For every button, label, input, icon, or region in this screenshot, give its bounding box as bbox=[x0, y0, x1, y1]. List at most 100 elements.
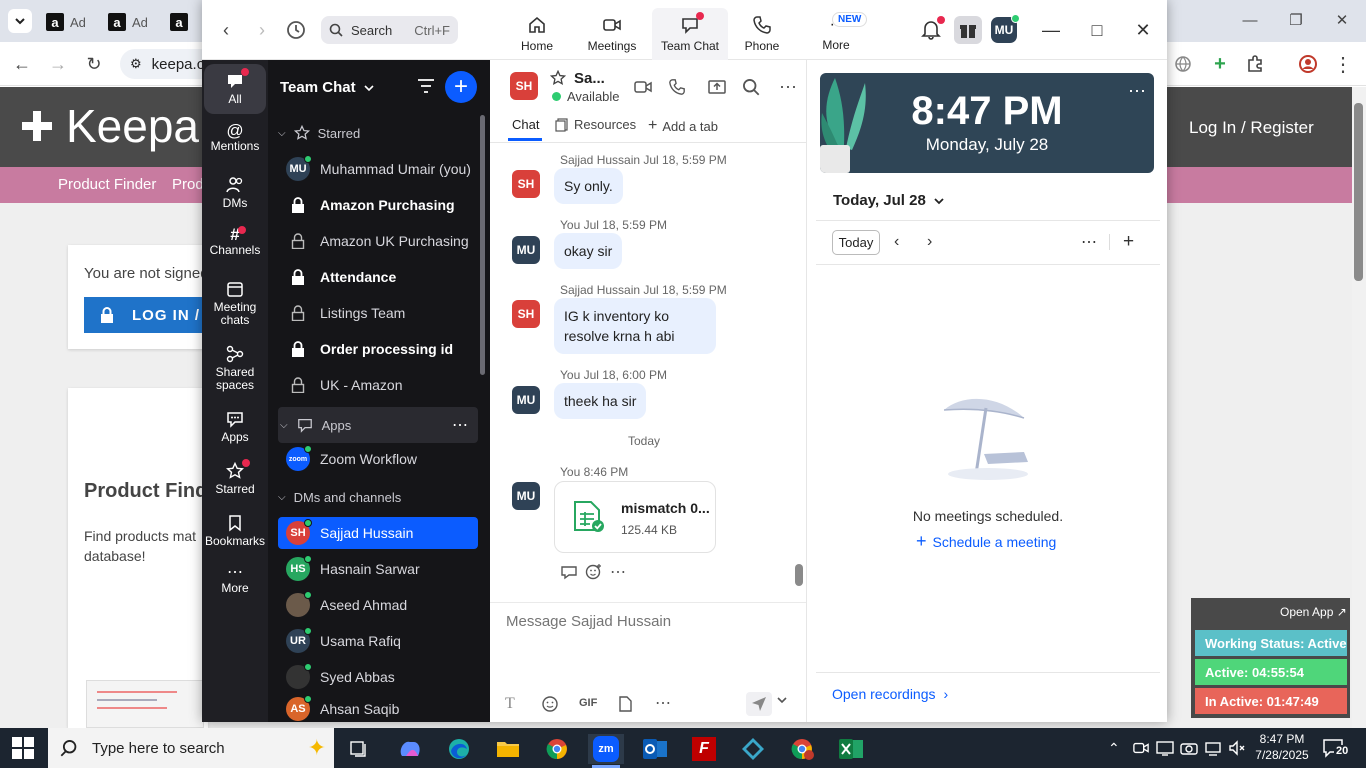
tab-chat[interactable]: Chat bbox=[512, 117, 539, 132]
list-item-selected[interactable]: SH Sajjad Hussain bbox=[278, 517, 478, 549]
browser-scrollbar[interactable] bbox=[1352, 87, 1366, 728]
more-dots-icon[interactable]: ⋯ bbox=[779, 77, 797, 98]
list-item[interactable]: Aseed Ahmad bbox=[278, 588, 478, 622]
text-format-icon[interactable]: T bbox=[505, 695, 515, 713]
filter-icon[interactable] bbox=[417, 78, 435, 94]
nav-product-finder[interactable]: Product Finder bbox=[58, 176, 156, 193]
site-logo[interactable]: Keepa bbox=[22, 96, 199, 156]
open-recordings-link[interactable]: Open recordings › bbox=[832, 686, 948, 702]
gif-button[interactable]: GIF bbox=[579, 697, 597, 709]
emoji-icon[interactable] bbox=[541, 695, 559, 713]
browser-tab[interactable]: a Ad bbox=[108, 8, 148, 36]
list-item[interactable]: Attendance bbox=[278, 260, 478, 294]
forward-arrow-icon[interactable]: → bbox=[44, 52, 72, 76]
list-item[interactable]: UK - Amazon bbox=[278, 368, 478, 402]
outlook-icon[interactable] bbox=[637, 734, 673, 764]
browser-minimize-button[interactable]: — bbox=[1230, 8, 1270, 32]
tray-meet-icon[interactable] bbox=[1132, 740, 1150, 756]
zoom-close-button[interactable]: ✕ bbox=[1128, 16, 1158, 44]
message-bubble[interactable]: okay sir bbox=[554, 233, 623, 269]
user-avatar[interactable]: MU bbox=[991, 14, 1020, 43]
message-avatar[interactable]: MU bbox=[512, 386, 540, 414]
emoji-reaction-icon[interactable] bbox=[585, 563, 603, 581]
rail-meeting-chats[interactable]: Meeting chats bbox=[204, 280, 266, 327]
copilot-icon[interactable] bbox=[392, 734, 428, 764]
list-item[interactable]: Amazon UK Purchasing bbox=[278, 224, 478, 258]
more-dots-icon[interactable]: ⋯ bbox=[610, 562, 626, 582]
send-button[interactable] bbox=[746, 692, 772, 716]
message-bubble[interactable]: Sy only. bbox=[554, 168, 623, 204]
menu-kebab-icon[interactable]: ⋮ bbox=[1330, 52, 1356, 76]
edge-icon[interactable] bbox=[441, 734, 477, 764]
previous-day-icon[interactable]: ‹ bbox=[894, 233, 899, 251]
chevron-down-icon[interactable] bbox=[777, 696, 787, 704]
list-item[interactable]: Amazon Purchasing bbox=[278, 188, 478, 222]
login-register-link[interactable]: Log In / Register bbox=[1189, 118, 1314, 138]
browser-restore-button[interactable]: ❐ bbox=[1276, 8, 1316, 32]
chrome-icon[interactable] bbox=[539, 734, 575, 764]
team-chat-title[interactable]: Team Chat bbox=[280, 79, 374, 96]
contact-name[interactable]: Sa... bbox=[574, 70, 605, 87]
back-arrow-icon[interactable]: ← bbox=[8, 52, 36, 76]
day-picker[interactable]: Today, Jul 28 bbox=[833, 192, 944, 209]
search-icon[interactable] bbox=[742, 78, 760, 96]
message-input[interactable] bbox=[506, 610, 796, 632]
tab-add[interactable]: + Add a tab bbox=[648, 117, 718, 135]
message-avatar[interactable]: MU bbox=[512, 482, 540, 510]
tab-resources[interactable]: Resources bbox=[555, 117, 636, 132]
browser-tab[interactable]: a Ad bbox=[46, 8, 86, 36]
zoom-taskbar-icon[interactable]: zm bbox=[588, 734, 624, 764]
back-icon[interactable]: ‹ bbox=[214, 18, 238, 42]
rail-more[interactable]: ⋯ More bbox=[204, 565, 266, 595]
star-icon[interactable] bbox=[550, 70, 566, 86]
add-event-icon[interactable]: + bbox=[1123, 231, 1134, 253]
globe-icon[interactable] bbox=[1170, 52, 1196, 76]
tab-search-button[interactable] bbox=[6, 8, 34, 34]
more-dots-icon[interactable]: ⋯ bbox=[655, 693, 671, 713]
list-item[interactable]: MU Muhammad Umair (you) bbox=[278, 152, 478, 186]
tray-camera-icon[interactable] bbox=[1180, 740, 1198, 756]
list-item[interactable]: AS Ahsan Saqib bbox=[278, 695, 478, 722]
taskbar-search[interactable]: Type here to search ✦ bbox=[48, 728, 334, 768]
task-view-icon[interactable] bbox=[342, 734, 378, 764]
puzzle-icon[interactable] bbox=[1242, 52, 1268, 76]
tab-phone[interactable]: Phone bbox=[724, 8, 800, 60]
filezilla-icon[interactable]: F bbox=[686, 734, 722, 764]
list-item[interactable]: HS Hasnain Sarwar bbox=[278, 552, 478, 586]
taskbar-clock[interactable]: 8:47 PM 7/28/2025 bbox=[1252, 731, 1312, 763]
message-avatar[interactable]: SH bbox=[512, 300, 540, 328]
tray-screen-icon[interactable] bbox=[1156, 740, 1174, 756]
tab-meetings[interactable]: Meetings bbox=[574, 8, 650, 60]
volume-muted-icon[interactable] bbox=[1228, 739, 1246, 757]
reload-icon[interactable]: ↻ bbox=[80, 52, 108, 76]
tray-overflow-icon[interactable]: ⌃ bbox=[1108, 740, 1120, 757]
message-avatar[interactable]: MU bbox=[512, 236, 540, 264]
chrome-profile-icon[interactable] bbox=[784, 734, 820, 764]
zoom-maximize-button[interactable]: □ bbox=[1082, 16, 1112, 44]
nav-product-viewer[interactable]: Prod bbox=[172, 176, 204, 193]
contact-avatar[interactable]: SH bbox=[510, 72, 538, 100]
browser-tab[interactable]: a bbox=[170, 8, 188, 36]
rail-all[interactable]: All bbox=[204, 64, 266, 114]
list-item[interactable]: zoom Zoom Workflow bbox=[278, 442, 478, 476]
history-icon[interactable] bbox=[284, 18, 308, 42]
file-attachment[interactable]: mismatch 0... 125.44 KB bbox=[554, 481, 716, 553]
attach-file-icon[interactable] bbox=[617, 695, 633, 713]
schedule-meeting-link[interactable]: + Schedule a meeting bbox=[916, 531, 1056, 552]
app-diamond-icon[interactable] bbox=[735, 734, 771, 764]
tab-home[interactable]: Home bbox=[499, 8, 575, 60]
zoom-search-input[interactable]: Search Ctrl+F bbox=[321, 16, 458, 44]
rail-apps[interactable]: Apps bbox=[204, 410, 266, 444]
notifications-bell-icon[interactable] bbox=[920, 16, 945, 40]
message-bubble[interactable]: IG k inventory ko resolve krna h abi bbox=[554, 298, 716, 354]
rail-bookmarks[interactable]: Bookmarks bbox=[204, 514, 266, 548]
message-avatar[interactable]: SH bbox=[512, 170, 540, 198]
rail-dms[interactable]: DMs bbox=[204, 176, 266, 210]
rail-starred[interactable]: Starred bbox=[204, 459, 266, 496]
list-item[interactable]: Order processing id bbox=[278, 332, 478, 366]
list-item[interactable]: UR Usama Rafiq bbox=[278, 624, 478, 658]
forward-icon[interactable]: › bbox=[250, 18, 274, 42]
network-icon[interactable] bbox=[1204, 740, 1222, 756]
chat-scrollbar[interactable] bbox=[795, 564, 803, 586]
video-camera-icon[interactable] bbox=[633, 78, 653, 96]
